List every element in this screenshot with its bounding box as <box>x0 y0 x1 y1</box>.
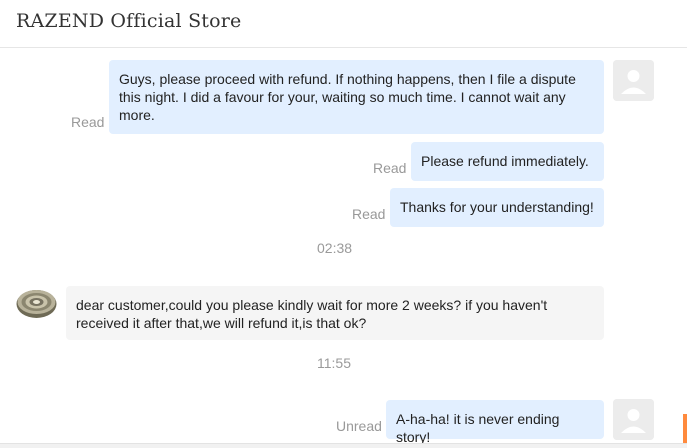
message-text: dear customer,could you please kindly wa… <box>76 297 548 331</box>
user-avatar-icon <box>613 399 654 440</box>
incoming-message: dear customer,could you please kindly wa… <box>66 286 604 340</box>
store-avatar-icon <box>16 287 57 320</box>
read-status: Read <box>373 160 407 176</box>
message-text: Please refund immediately. <box>421 153 589 169</box>
store-title[interactable]: RAZEND Official Store <box>16 10 242 32</box>
scrollbar-thumb[interactable] <box>683 414 687 444</box>
read-status: Read <box>71 114 105 130</box>
outgoing-message: Thanks for your understanding! <box>390 188 604 227</box>
message-text: Guys, please proceed with refund. If not… <box>119 71 576 123</box>
timestamp: 02:38 <box>317 240 353 256</box>
user-avatar-icon <box>613 60 654 101</box>
outgoing-message: A-ha-ha! it is never ending story! <box>386 400 604 445</box>
input-area-edge <box>0 443 687 448</box>
chat-header: RAZEND Official Store <box>0 0 687 48</box>
outgoing-message: Please refund immediately. <box>411 142 604 181</box>
read-status: Read <box>352 206 386 222</box>
outgoing-message: Guys, please proceed with refund. If not… <box>109 60 604 134</box>
message-text: A-ha-ha! it is never ending story! <box>396 411 560 445</box>
message-text: Thanks for your understanding! <box>400 199 594 215</box>
unread-status: Unread <box>336 418 382 434</box>
timestamp: 11:55 <box>317 355 351 371</box>
